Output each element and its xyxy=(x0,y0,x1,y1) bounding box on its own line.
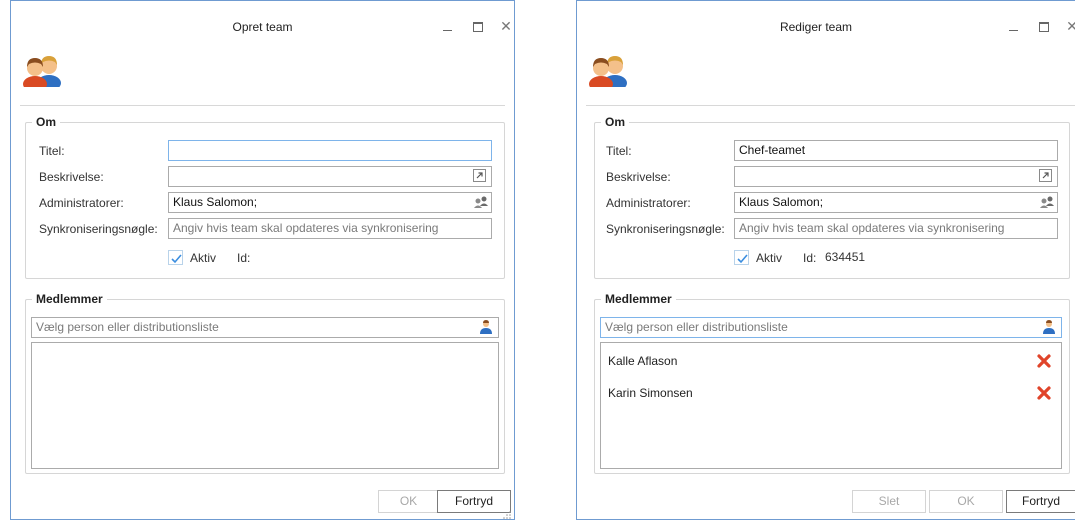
about-legend: Om xyxy=(601,115,630,129)
id-value: 634451 xyxy=(825,250,866,264)
member-search-placeholder: Vælg person eller distributionsliste xyxy=(605,320,788,334)
title-input[interactable]: Chef-teamet xyxy=(734,140,1058,161)
about-legend: Om xyxy=(32,115,61,129)
description-label: Beskrivelse: xyxy=(39,170,104,184)
active-label: Aktiv xyxy=(190,251,217,265)
delete-button[interactable]: Slet xyxy=(852,490,926,513)
delete-x-icon[interactable] xyxy=(1036,353,1052,369)
ok-button[interactable]: OK xyxy=(929,490,1003,513)
sync-key-input[interactable]: Angiv hvis team skal opdateres via synkr… xyxy=(168,218,492,239)
members-group: Medlemmer Vælg person eller distribution… xyxy=(25,292,505,474)
member-name: Karin Simonsen xyxy=(608,386,693,400)
title-input[interactable] xyxy=(168,140,492,161)
resize-grip[interactable] xyxy=(503,508,511,519)
sync-key-label: Synkroniseringsnøgle: xyxy=(606,222,725,236)
id-label: Id: xyxy=(803,251,817,265)
cancel-button[interactable]: Fortryd xyxy=(437,490,511,513)
close-button[interactable]: ✕ xyxy=(495,18,517,34)
member-search-placeholder: Vælg person eller distributionsliste xyxy=(36,320,219,334)
admins-input[interactable]: Klaus Salomon; xyxy=(734,192,1058,213)
member-name: Kalle Aflason xyxy=(608,354,678,368)
members-list[interactable] xyxy=(31,342,499,469)
expand-editor-icon[interactable] xyxy=(1039,169,1054,184)
list-item[interactable]: Karin Simonsen xyxy=(601,381,1061,405)
header-separator xyxy=(586,105,1075,106)
minimize-button[interactable] xyxy=(437,18,459,34)
person-icon[interactable] xyxy=(480,320,495,335)
admins-value: Klaus Salomon; xyxy=(739,195,824,209)
people-picker-icon[interactable] xyxy=(1039,195,1054,210)
sync-key-placeholder: Angiv hvis team skal opdateres via synkr… xyxy=(173,221,439,235)
team-icon xyxy=(587,53,629,92)
admins-label: Administratorer: xyxy=(39,196,124,210)
list-item[interactable]: Kalle Aflason xyxy=(601,349,1061,373)
members-list[interactable]: Kalle Aflason Karin Simonsen xyxy=(600,342,1062,469)
dialog-title: Rediger team xyxy=(779,20,853,34)
members-group: Medlemmer Vælg person eller distribution… xyxy=(594,292,1070,474)
about-group: Om Titel: Beskrivelse: Administratorer: … xyxy=(25,115,505,279)
description-label: Beskrivelse: xyxy=(606,170,671,184)
create-team-dialog: Opret team ✕ Om Titel: Beskrivelse: Admi… xyxy=(10,0,515,520)
sync-key-placeholder: Angiv hvis team skal opdateres via synkr… xyxy=(739,221,1005,235)
person-icon[interactable] xyxy=(1043,320,1058,335)
title-bar: Opret team ✕ xyxy=(11,1,514,35)
admins-label: Administratorer: xyxy=(606,196,691,210)
maximize-button[interactable] xyxy=(467,18,489,34)
people-picker-icon[interactable] xyxy=(473,195,488,210)
ok-button[interactable]: OK xyxy=(378,490,439,513)
sync-key-input[interactable]: Angiv hvis team skal opdateres via synkr… xyxy=(734,218,1058,239)
members-legend: Medlemmer xyxy=(601,292,676,306)
member-search-input[interactable]: Vælg person eller distributionsliste xyxy=(31,317,499,338)
checkmark-icon xyxy=(737,254,748,264)
cancel-button[interactable]: Fortryd xyxy=(1006,490,1075,513)
active-checkbox[interactable] xyxy=(168,250,183,265)
expand-editor-icon[interactable] xyxy=(473,169,488,184)
title-label: Titel: xyxy=(39,144,65,158)
title-bar: Rediger team ✕ xyxy=(577,1,1075,35)
maximize-button[interactable] xyxy=(1033,18,1055,34)
checkmark-icon xyxy=(171,254,182,264)
edit-team-dialog: Rediger team ✕ Om Titel: Chef-teamet Bes… xyxy=(576,0,1075,520)
sync-key-label: Synkroniseringsnøgle: xyxy=(39,222,158,236)
close-button[interactable]: ✕ xyxy=(1061,18,1075,34)
admins-input[interactable]: Klaus Salomon; xyxy=(168,192,492,213)
members-legend: Medlemmer xyxy=(32,292,107,306)
title-label: Titel: xyxy=(606,144,632,158)
description-input[interactable] xyxy=(168,166,492,187)
active-checkbox[interactable] xyxy=(734,250,749,265)
active-label: Aktiv xyxy=(756,251,783,265)
minimize-button[interactable] xyxy=(1003,18,1025,34)
member-search-input[interactable]: Vælg person eller distributionsliste xyxy=(600,317,1062,338)
admins-value: Klaus Salomon; xyxy=(173,195,258,209)
header-separator xyxy=(20,105,505,106)
delete-x-icon[interactable] xyxy=(1036,385,1052,401)
id-label: Id: xyxy=(237,251,251,265)
about-group: Om Titel: Chef-teamet Beskrivelse: Admin… xyxy=(594,115,1070,279)
team-icon xyxy=(21,53,63,92)
description-input[interactable] xyxy=(734,166,1058,187)
